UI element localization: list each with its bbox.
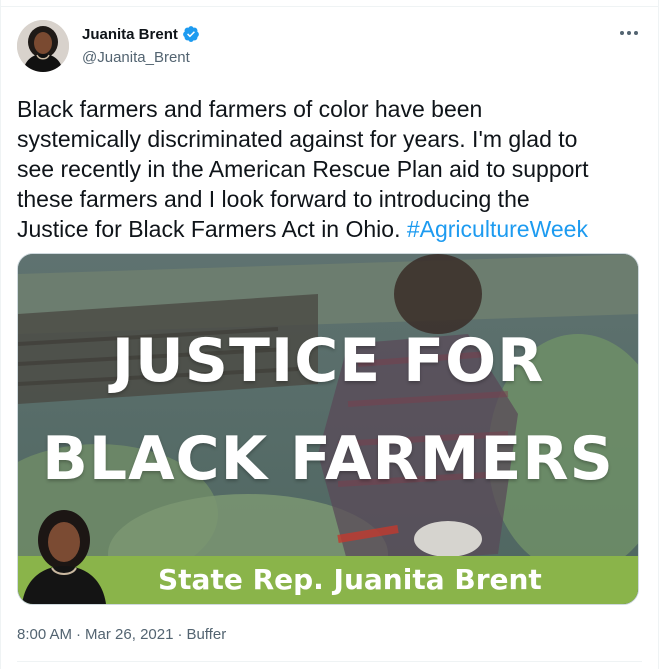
- tweet-card: Juanita Brent @Juanita_Brent Black farme…: [0, 0, 659, 669]
- inset-portrait-photo: [22, 510, 106, 604]
- image-banner-text: State Rep. Juanita Brent: [158, 563, 542, 596]
- bottom-divider: [17, 661, 642, 662]
- author-name-row: Juanita Brent: [82, 25, 200, 43]
- tweet-text: Black farmers and farmers of color have …: [17, 94, 645, 244]
- verified-badge-icon: [182, 25, 200, 43]
- tweet-meta: 8:00 AM · Mar 26, 2021 · Buffer: [17, 626, 226, 643]
- more-horizontal-icon[interactable]: [615, 23, 643, 43]
- tweet-text-line: systemically discriminated against for y…: [17, 126, 578, 152]
- image-headline-line1: JUSTICE FOR: [111, 326, 545, 396]
- author-avatar[interactable]: [17, 20, 69, 72]
- image-banner: State Rep. Juanita Brent: [18, 556, 638, 604]
- tweet-date[interactable]: Mar 26, 2021: [85, 626, 173, 643]
- image-headline-line2: BLACK FARMERS: [42, 424, 614, 494]
- tweet-text-line: these farmers and I look forward to intr…: [17, 186, 530, 212]
- tweet-source[interactable]: Buffer: [186, 626, 226, 643]
- hashtag-link[interactable]: #AgricultureWeek: [407, 216, 588, 242]
- tweet-text-line: Justice for Black Farmers Act in Ohio.: [17, 216, 407, 242]
- author-display-name[interactable]: Juanita Brent: [82, 26, 178, 43]
- meta-separator: ·: [177, 626, 183, 643]
- tweet-time[interactable]: 8:00 AM: [17, 626, 72, 643]
- tweet-text-line: Black farmers and farmers of color have …: [17, 96, 483, 122]
- meta-separator: ·: [76, 626, 82, 643]
- tweet-text-line: see recently in the American Rescue Plan…: [17, 156, 589, 182]
- tweet-media-image[interactable]: JUSTICE FOR BLACK FARMERS State Rep. Jua…: [17, 253, 639, 605]
- author-handle[interactable]: @Juanita_Brent: [82, 49, 190, 66]
- top-divider: [1, 6, 658, 7]
